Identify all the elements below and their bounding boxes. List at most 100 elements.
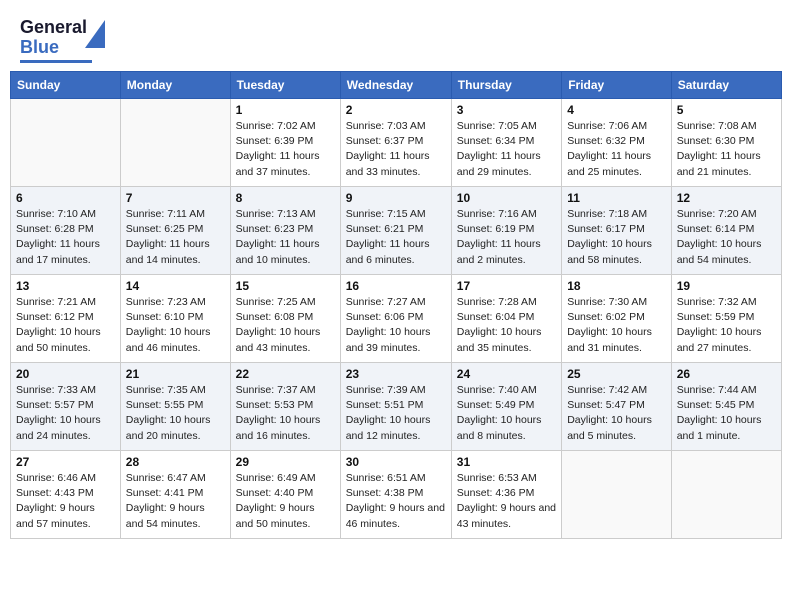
calendar-cell: 17Sunrise: 7:28 AMSunset: 6:04 PMDayligh… xyxy=(451,275,561,363)
day-info: Sunrise: 7:02 AMSunset: 6:39 PMDaylight:… xyxy=(236,119,335,180)
calendar-cell xyxy=(120,99,230,187)
day-info: Sunrise: 7:32 AMSunset: 5:59 PMDaylight:… xyxy=(677,295,776,356)
day-info: Sunrise: 7:06 AMSunset: 6:32 PMDaylight:… xyxy=(567,119,666,180)
calendar-cell: 22Sunrise: 7:37 AMSunset: 5:53 PMDayligh… xyxy=(230,363,340,451)
week-row-4: 20 Sunrise: 7:33 AMSunset: 5:57 PMDayligh… xyxy=(11,363,782,451)
day-info: Sunrise: 7:05 AMSunset: 6:34 PMDaylight:… xyxy=(457,119,556,180)
calendar-cell: 29 Sunrise: 6:49 AMSunset: 4:40 PMDayligh… xyxy=(230,451,340,539)
day-number: 8 xyxy=(236,191,335,205)
calendar-cell xyxy=(562,451,672,539)
calendar-cell: 25Sunrise: 7:42 AMSunset: 5:47 PMDayligh… xyxy=(562,363,672,451)
calendar-cell: 1Sunrise: 7:02 AMSunset: 6:39 PMDaylight… xyxy=(230,99,340,187)
day-info: Sunrise: 7:39 AMSunset: 5:51 PMDaylight:… xyxy=(346,383,446,444)
calendar-cell: 8 Sunrise: 7:13 AMSunset: 6:23 PMDaylight… xyxy=(230,187,340,275)
day-number: 15 xyxy=(236,279,335,293)
calendar-cell: 23 Sunrise: 7:39 AMSunset: 5:51 PMDayligh… xyxy=(340,363,451,451)
calendar-cell: 6 Sunrise: 7:10 AMSunset: 6:28 PMDaylight… xyxy=(11,187,121,275)
week-row-1: 1Sunrise: 7:02 AMSunset: 6:39 PMDaylight… xyxy=(11,99,782,187)
calendar-cell: 26 Sunrise: 7:44 AMSunset: 5:45 PMDayligh… xyxy=(671,363,781,451)
calendar-cell xyxy=(671,451,781,539)
day-number: 29 xyxy=(236,455,335,469)
calendar-cell: 11Sunrise: 7:18 AMSunset: 6:17 PMDayligh… xyxy=(562,187,672,275)
logo-text: GeneralBlue xyxy=(20,17,87,57)
day-number: 9 xyxy=(346,191,446,205)
day-number: 7 xyxy=(126,191,225,205)
week-row-5: 27 Sunrise: 6:46 AMSunset: 4:43 PMDayligh… xyxy=(11,451,782,539)
calendar-cell: 9 Sunrise: 7:15 AMSunset: 6:21 PMDaylight… xyxy=(340,187,451,275)
day-number: 18 xyxy=(567,279,666,293)
day-info: Sunrise: 7:44 AMSunset: 5:45 PMDaylight:… xyxy=(677,383,776,444)
day-info: Sunrise: 7:40 AMSunset: 5:49 PMDaylight:… xyxy=(457,383,556,444)
calendar-cell: 20 Sunrise: 7:33 AMSunset: 5:57 PMDayligh… xyxy=(11,363,121,451)
day-info: Sunrise: 7:15 AMSunset: 6:21 PMDaylight:… xyxy=(346,207,446,268)
calendar-cell xyxy=(11,99,121,187)
calendar-cell: 16Sunrise: 7:27 AMSunset: 6:06 PMDayligh… xyxy=(340,275,451,363)
day-info: Sunrise: 7:20 AMSunset: 6:14 PMDaylight:… xyxy=(677,207,776,268)
calendar-cell: 14 Sunrise: 7:23 AMSunset: 6:10 PMDayligh… xyxy=(120,275,230,363)
day-number: 14 xyxy=(126,279,225,293)
day-number: 19 xyxy=(677,279,776,293)
calendar-cell: 4 Sunrise: 7:06 AMSunset: 6:32 PMDaylight… xyxy=(562,99,672,187)
day-info: Sunrise: 7:28 AMSunset: 6:04 PMDaylight:… xyxy=(457,295,556,356)
day-number: 24 xyxy=(457,367,556,381)
day-number: 4 xyxy=(567,103,666,117)
calendar-table: SundayMondayTuesdayWednesdayThursdayFrid… xyxy=(10,71,782,539)
day-info: Sunrise: 6:49 AMSunset: 4:40 PMDaylight:… xyxy=(236,471,335,532)
calendar-cell: 19 Sunrise: 7:32 AMSunset: 5:59 PMDayligh… xyxy=(671,275,781,363)
calendar-cell: 12Sunrise: 7:20 AMSunset: 6:14 PMDayligh… xyxy=(671,187,781,275)
day-number: 13 xyxy=(16,279,115,293)
day-number: 26 xyxy=(677,367,776,381)
calendar-cell: 10 Sunrise: 7:16 AMSunset: 6:19 PMDayligh… xyxy=(451,187,561,275)
calendar-cell: 7 Sunrise: 7:11 AMSunset: 6:25 PMDaylight… xyxy=(120,187,230,275)
page-header: GeneralBlue xyxy=(10,10,782,67)
calendar-cell: 24 Sunrise: 7:40 AMSunset: 5:49 PMDayligh… xyxy=(451,363,561,451)
day-number: 6 xyxy=(16,191,115,205)
day-number: 3 xyxy=(457,103,556,117)
day-info: Sunrise: 6:47 AMSunset: 4:41 PMDaylight:… xyxy=(126,471,225,532)
calendar-header-row: SundayMondayTuesdayWednesdayThursdayFrid… xyxy=(11,72,782,99)
calendar-cell: 2Sunrise: 7:03 AMSunset: 6:37 PMDaylight… xyxy=(340,99,451,187)
day-info: Sunrise: 7:33 AMSunset: 5:57 PMDaylight:… xyxy=(16,383,115,444)
day-info: Sunrise: 7:13 AMSunset: 6:23 PMDaylight:… xyxy=(236,207,335,268)
calendar-cell: 30 Sunrise: 6:51 AMSunset: 4:38 PMDayligh… xyxy=(340,451,451,539)
day-info: Sunrise: 7:08 AMSunset: 6:30 PMDaylight:… xyxy=(677,119,776,180)
day-number: 20 xyxy=(16,367,115,381)
day-number: 25 xyxy=(567,367,666,381)
col-header-wednesday: Wednesday xyxy=(340,72,451,99)
day-info: Sunrise: 7:25 AMSunset: 6:08 PMDaylight:… xyxy=(236,295,335,356)
calendar-cell: 13 Sunrise: 7:21 AMSunset: 6:12 PMDayligh… xyxy=(11,275,121,363)
logo-triangle-icon xyxy=(85,20,105,48)
calendar-cell: 3 Sunrise: 7:05 AMSunset: 6:34 PMDaylight… xyxy=(451,99,561,187)
day-info: Sunrise: 6:46 AMSunset: 4:43 PMDaylight:… xyxy=(16,471,115,532)
day-info: Sunrise: 7:16 AMSunset: 6:19 PMDaylight:… xyxy=(457,207,556,268)
col-header-sunday: Sunday xyxy=(11,72,121,99)
col-header-monday: Monday xyxy=(120,72,230,99)
week-row-3: 13 Sunrise: 7:21 AMSunset: 6:12 PMDayligh… xyxy=(11,275,782,363)
day-number: 5 xyxy=(677,103,776,117)
day-info: Sunrise: 6:51 AMSunset: 4:38 PMDaylight:… xyxy=(346,471,446,532)
logo: GeneralBlue xyxy=(20,18,92,63)
day-number: 27 xyxy=(16,455,115,469)
day-info: Sunrise: 7:03 AMSunset: 6:37 PMDaylight:… xyxy=(346,119,446,180)
col-header-thursday: Thursday xyxy=(451,72,561,99)
day-number: 28 xyxy=(126,455,225,469)
day-info: Sunrise: 7:23 AMSunset: 6:10 PMDaylight:… xyxy=(126,295,225,356)
day-number: 10 xyxy=(457,191,556,205)
day-number: 23 xyxy=(346,367,446,381)
day-number: 22 xyxy=(236,367,335,381)
col-header-saturday: Saturday xyxy=(671,72,781,99)
calendar-cell: 5 Sunrise: 7:08 AMSunset: 6:30 PMDaylight… xyxy=(671,99,781,187)
day-info: Sunrise: 7:21 AMSunset: 6:12 PMDaylight:… xyxy=(16,295,115,356)
day-info: Sunrise: 7:35 AMSunset: 5:55 PMDaylight:… xyxy=(126,383,225,444)
day-info: Sunrise: 7:11 AMSunset: 6:25 PMDaylight:… xyxy=(126,207,225,268)
day-number: 11 xyxy=(567,191,666,205)
day-info: Sunrise: 7:10 AMSunset: 6:28 PMDaylight:… xyxy=(16,207,115,268)
calendar-cell: 31Sunrise: 6:53 AMSunset: 4:36 PMDayligh… xyxy=(451,451,561,539)
day-number: 30 xyxy=(346,455,446,469)
col-header-friday: Friday xyxy=(562,72,672,99)
calendar-cell: 18 Sunrise: 7:30 AMSunset: 6:02 PMDayligh… xyxy=(562,275,672,363)
day-info: Sunrise: 7:27 AMSunset: 6:06 PMDaylight:… xyxy=(346,295,446,356)
calendar-cell: 15 Sunrise: 7:25 AMSunset: 6:08 PMDayligh… xyxy=(230,275,340,363)
week-row-2: 6 Sunrise: 7:10 AMSunset: 6:28 PMDaylight… xyxy=(11,187,782,275)
day-info: Sunrise: 7:30 AMSunset: 6:02 PMDaylight:… xyxy=(567,295,666,356)
